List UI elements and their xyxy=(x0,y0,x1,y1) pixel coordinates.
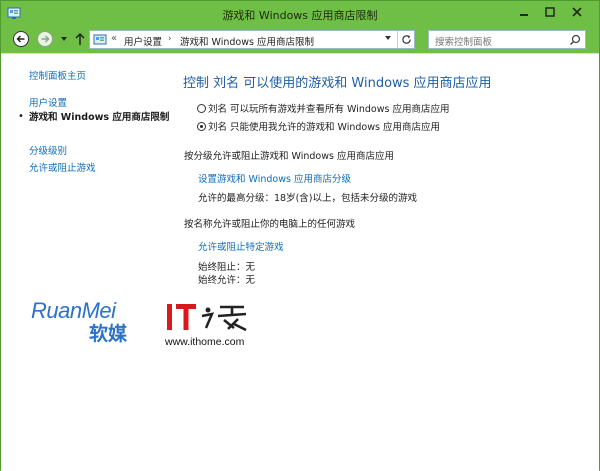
window-title: 游戏和 Windows 应用商店限制 xyxy=(222,9,378,22)
allow-block-specific-games-link[interactable]: 允许或阻止特定游戏 xyxy=(198,239,284,253)
recent-locations-button[interactable] xyxy=(59,30,69,48)
window: 游戏和 Windows 应用商店限制 « 用户设置 › 游戏和 Windows … xyxy=(0,0,600,471)
address-history-dropdown[interactable] xyxy=(382,34,394,44)
breadcrumb-game-store-restrictions[interactable]: 游戏和 Windows 应用商店限制 xyxy=(180,34,314,48)
allowed-rating-text: 允许的最高分级：18岁(含)以上，包括未分级的游戏 xyxy=(198,193,418,204)
section-title-by-name: 按名称允许或阻止你的电脑上的任何游戏 xyxy=(184,219,356,230)
always-allowed-text: 始终允许：无 xyxy=(198,275,256,286)
breadcrumb-separator[interactable]: › xyxy=(168,34,172,44)
radio-button[interactable] xyxy=(197,104,206,113)
maximize-icon xyxy=(545,7,555,17)
sidebar-item-current-game-store-restrictions: 游戏和 Windows 应用商店限制 xyxy=(29,112,170,123)
up-arrow-icon xyxy=(75,32,85,45)
navigation-bar: « 用户设置 › 游戏和 Windows 应用商店限制 搜索控制面板 xyxy=(1,27,599,53)
back-button[interactable] xyxy=(11,30,31,48)
maximize-button[interactable] xyxy=(541,4,559,20)
address-bar[interactable]: « 用户设置 › 游戏和 Windows 应用商店限制 xyxy=(89,30,415,49)
radio-button-selected[interactable] xyxy=(197,122,206,131)
section-title-by-rating: 按分级允许或阻止游戏和 Windows 应用商店应用 xyxy=(184,151,394,162)
close-button[interactable] xyxy=(566,4,588,20)
ruanmei-chinese-wordmark: 软媒 xyxy=(89,323,128,345)
radio-option-allowed-only[interactable]: 刘名 只能使用我允许的游戏和 Windows 应用商店应用 xyxy=(197,119,440,133)
minimize-button[interactable] xyxy=(515,4,533,20)
close-icon xyxy=(572,7,582,17)
minimize-icon xyxy=(520,14,528,16)
search-icon[interactable] xyxy=(569,34,581,46)
ruanmei-watermark-logo: RuanMei 软媒 xyxy=(31,300,127,346)
breadcrumb-user-settings[interactable]: 用户设置 xyxy=(124,34,162,48)
back-arrow-icon xyxy=(13,31,29,47)
forward-arrow-icon xyxy=(37,31,53,47)
sidebar-link-allow-block-games[interactable]: 允许或阻止游戏 xyxy=(29,160,96,174)
always-blocked-text: 始终阻止：无 xyxy=(198,262,256,273)
up-button[interactable] xyxy=(73,30,87,48)
page-heading: 控制 刘名 可以使用的游戏和 Windows 应用商店应用 xyxy=(183,76,492,91)
set-rating-link[interactable]: 设置游戏和 Windows 应用商店分级 xyxy=(198,171,351,185)
control-panel-icon xyxy=(93,34,107,45)
sidebar-link-control-panel-home[interactable]: 控制面板主页 xyxy=(29,68,86,82)
address-overflow-chevron[interactable]: « xyxy=(111,33,117,44)
content-area: 控制面板主页 用户设置 • 游戏和 Windows 应用商店限制 分级级别 允许… xyxy=(1,53,599,471)
refresh-icon xyxy=(402,35,411,44)
ruanmei-wordmark: RuanMei xyxy=(31,298,116,323)
refresh-button[interactable] xyxy=(397,31,415,48)
chevron-down-icon xyxy=(385,36,391,40)
title-bar[interactable]: 游戏和 Windows 应用商店限制 xyxy=(1,1,599,27)
ithome-url-text: www.ithome.com xyxy=(165,336,245,348)
radio-label[interactable]: 刘名 只能使用我允许的游戏和 Windows 应用商店应用 xyxy=(208,122,440,133)
current-page-bullet: • xyxy=(18,111,24,122)
radio-label[interactable]: 刘名 可以玩所有游戏并查看所有 Windows 应用商店应用 xyxy=(208,104,449,115)
sidebar-link-user-settings[interactable]: 用户设置 xyxy=(29,95,67,109)
sidebar-link-rating-levels[interactable]: 分级级别 xyxy=(29,143,67,157)
forward-button[interactable] xyxy=(35,30,55,48)
ithome-logo xyxy=(167,304,247,332)
search-placeholder: 搜索控制面板 xyxy=(435,37,493,48)
search-input[interactable]: 搜索控制面板 xyxy=(428,30,586,49)
chevron-down-icon xyxy=(61,37,67,41)
radio-option-all-games[interactable]: 刘名 可以玩所有游戏并查看所有 Windows 应用商店应用 xyxy=(197,101,449,115)
